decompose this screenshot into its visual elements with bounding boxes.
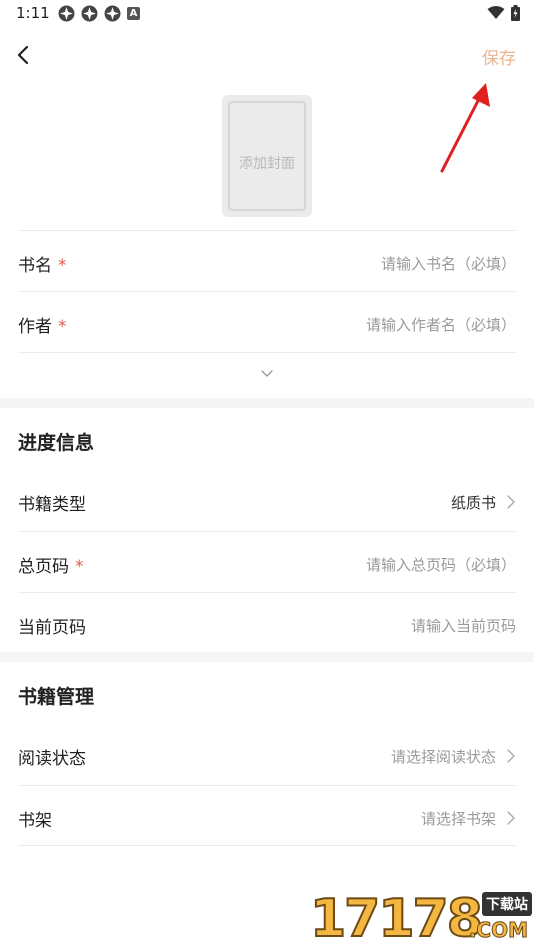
watermark-number: 17178 <box>309 888 484 950</box>
chevron-right-icon <box>507 749 515 763</box>
author-field[interactable]: 作者 * 请输入作者名（必填） <box>18 291 516 352</box>
shelf-field[interactable]: 书架 请选择书架 <box>18 785 516 846</box>
section-separator <box>0 652 534 662</box>
reading-status-field[interactable]: 阅读状态 请选择阅读状态 <box>18 724 516 785</box>
required-mark: * <box>58 317 67 337</box>
add-cover-button[interactable]: 添加封面 <box>222 95 312 217</box>
app-notification-icon <box>81 5 98 22</box>
shelf-label: 书架 <box>18 811 52 831</box>
total-pages-input[interactable]: 请输入总页码（必填） <box>366 554 516 575</box>
book-title-field[interactable]: 书名 * 请输入书名（必填） <box>18 230 516 291</box>
book-title-label: 书名 * <box>18 256 67 276</box>
expand-chevron-icon[interactable] <box>259 369 275 379</box>
book-type-field[interactable]: 书籍类型 纸质书 <box>18 470 516 531</box>
watermark-logo: 17178 下载站 .COM <box>309 888 534 950</box>
annotation-arrow-icon <box>440 83 490 173</box>
divider <box>18 845 516 846</box>
chevron-right-icon <box>507 495 515 509</box>
book-type-label: 书籍类型 <box>18 495 86 515</box>
total-pages-field[interactable]: 总页码 * 请输入总页码（必填） <box>18 531 516 592</box>
section-separator <box>0 398 534 408</box>
watermark-badge: 下载站 <box>482 892 532 916</box>
current-page-field[interactable]: 当前页码 请输入当前页码 <box>18 592 516 653</box>
shelf-value: 请选择书架 <box>420 810 496 828</box>
notification-icons: A <box>58 5 140 22</box>
status-bar: 1:11 A <box>0 0 534 28</box>
book-title-input[interactable]: 请输入书名（必填） <box>381 253 516 274</box>
total-pages-label: 总页码 * <box>18 557 84 577</box>
divider <box>18 352 516 353</box>
a-notification-icon: A <box>127 7 140 20</box>
management-section-title: 书籍管理 <box>18 686 95 708</box>
book-type-value: 纸质书 <box>450 494 496 512</box>
back-arrow-icon[interactable] <box>14 43 34 67</box>
app-notification-icon <box>58 5 75 22</box>
reading-status-label: 阅读状态 <box>18 749 86 769</box>
chevron-right-icon <box>507 811 515 825</box>
wifi-icon <box>487 6 505 19</box>
current-page-input[interactable]: 请输入当前页码 <box>411 615 516 636</box>
system-icons <box>487 5 520 21</box>
app-notification-icon <box>104 5 121 22</box>
required-mark: * <box>75 557 84 577</box>
current-page-label: 当前页码 <box>18 618 86 638</box>
status-time: 1:11 <box>16 4 50 22</box>
author-input[interactable]: 请输入作者名（必填） <box>366 314 516 335</box>
add-cover-label: 添加封面 <box>239 156 295 172</box>
progress-section-title: 进度信息 <box>18 432 95 454</box>
save-button[interactable]: 保存 <box>482 44 516 69</box>
watermark-domain: .COM <box>468 918 528 943</box>
author-label: 作者 * <box>18 317 67 337</box>
battery-icon <box>511 5 520 21</box>
required-mark: * <box>58 256 67 276</box>
reading-status-value: 请选择阅读状态 <box>390 748 496 766</box>
